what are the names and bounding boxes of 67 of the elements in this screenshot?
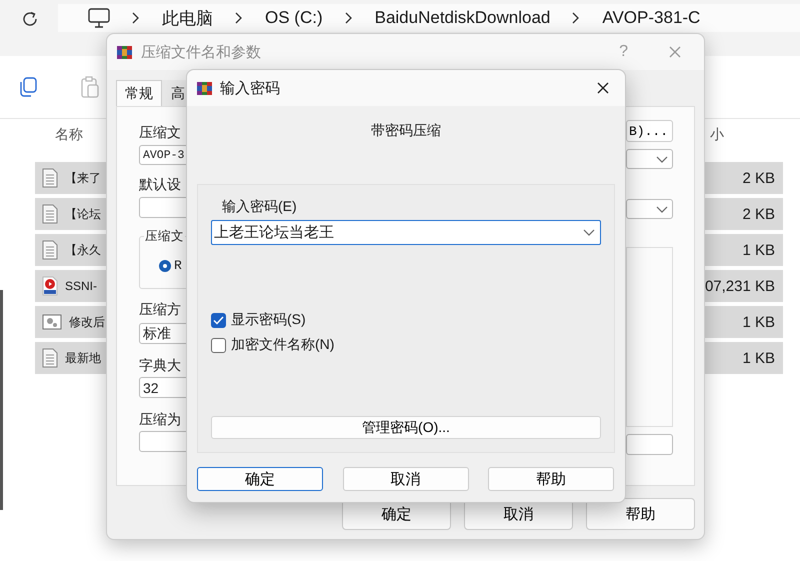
group-label: 压缩文 <box>144 228 185 245</box>
document-icon <box>42 204 58 224</box>
file-name: 【来了 <box>65 170 101 186</box>
caret-icon <box>656 154 668 164</box>
field-label: 默认设 <box>139 176 182 192</box>
file-size: 2 KB <box>742 170 775 186</box>
file-size: 07,231 KB <box>704 278 775 294</box>
caret-icon <box>656 204 668 214</box>
chevron-icon <box>235 12 243 24</box>
file-name: 修改后 <box>69 314 105 330</box>
scrollbar[interactable] <box>0 290 3 510</box>
file-name: 最新地 <box>65 350 101 366</box>
browse-button[interactable]: B)... <box>626 120 673 142</box>
manage-passwords-button[interactable]: 管理密码(O)... <box>211 416 601 439</box>
document-icon <box>42 240 58 260</box>
tab[interactable]: 常规 <box>116 80 162 106</box>
field-label: 压缩文 <box>139 124 182 140</box>
gears-file-icon <box>42 313 62 331</box>
field-label: 压缩为 <box>139 411 182 427</box>
dialog-button[interactable]: 帮助 <box>488 467 614 491</box>
checkbox[interactable] <box>211 312 226 328</box>
field-label: 输入密码(E) <box>221 198 298 214</box>
file-name: 【论坛 <box>65 206 101 222</box>
refresh-icon <box>21 10 39 28</box>
column-header[interactable]: 名称 <box>55 126 83 144</box>
breadcrumb-item[interactable]: BaiduNetdiskDownload <box>374 8 550 28</box>
radio-button[interactable] <box>159 260 171 272</box>
column-header[interactable]: 小 <box>710 126 724 144</box>
caret-icon <box>583 228 595 237</box>
split-size-dropdown[interactable] <box>626 434 673 455</box>
dialog-button[interactable]: 帮助 <box>586 498 695 530</box>
checkbox-label[interactable]: 显示密码(S) <box>231 311 306 329</box>
dialog-button[interactable]: 确定 <box>197 467 323 491</box>
file-name: SSNI- <box>65 279 98 293</box>
video-file-icon <box>42 276 58 296</box>
document-icon <box>42 168 58 188</box>
field-label: 压缩方 <box>139 301 182 317</box>
copy-icon <box>18 77 38 97</box>
file-size: 1 KB <box>742 350 775 366</box>
field-label: 字典大 <box>139 357 182 373</box>
chevron-icon <box>344 12 353 24</box>
checkbox-label[interactable]: 加密文件名称(N) <box>231 336 334 354</box>
document-icon <box>42 348 58 368</box>
file-size: 2 KB <box>742 206 775 222</box>
chevron-icon <box>572 12 580 24</box>
books-icon <box>196 80 213 96</box>
computer-icon <box>88 8 110 28</box>
file-name: 【永久 <box>65 242 101 258</box>
breadcrumb-item[interactable]: OS (C:) <box>265 8 323 28</box>
address-bar[interactable]: 此电脑 OS (C:) BaiduNetdiskDownload AVOP-381-C <box>58 4 800 32</box>
checkbox[interactable] <box>211 338 226 352</box>
paste-icon <box>80 76 100 98</box>
format-dropdown[interactable] <box>626 149 673 169</box>
file-size: 1 KB <box>742 242 775 258</box>
profile-dropdown[interactable] <box>626 199 673 219</box>
breadcrumb-item[interactable]: AVOP-381-C <box>602 8 700 28</box>
breadcrumb-item[interactable]: 此电脑 <box>162 6 213 30</box>
dialog-button[interactable]: 取消 <box>342 467 468 491</box>
window-title: 压缩文件名和参数 <box>141 42 261 62</box>
chevron-icon <box>132 12 140 24</box>
file-size: 1 KB <box>742 314 775 330</box>
password-field[interactable]: 上老王论坛当老王 <box>211 220 601 245</box>
radio-label[interactable]: R <box>174 258 182 273</box>
books-icon <box>116 44 133 60</box>
close-icon[interactable] <box>596 81 610 95</box>
dialog-heading: 带密码压缩 <box>370 121 442 140</box>
window-title: 输入密码 <box>220 78 280 98</box>
